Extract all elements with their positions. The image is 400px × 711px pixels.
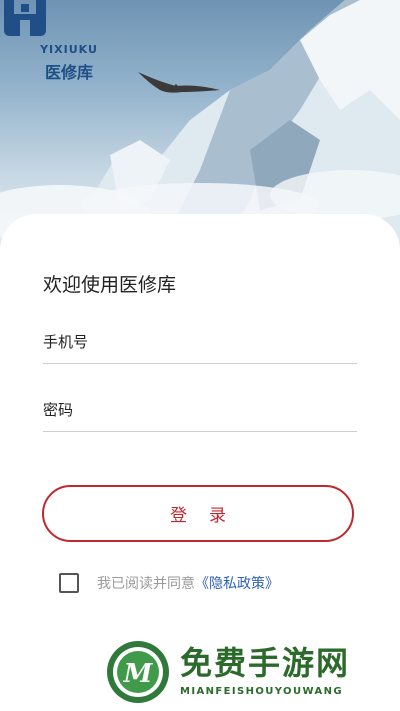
agreement-checkbox[interactable] [59,573,79,593]
password-input[interactable] [43,391,357,429]
agreement-text: 我已阅读并同意 [97,576,195,592]
mountain-illustration [0,0,400,250]
welcome-title: 欢迎使用医修库 [43,274,177,296]
password-field [43,391,357,432]
watermark-logo-icon: M [107,641,169,703]
yixiuku-logo-icon [4,0,46,36]
brand-name-en: YIXIUKU [40,43,98,56]
privacy-policy-link[interactable]: 《隐私政策》 [195,573,279,593]
brand-name-cn: 医修库 [44,63,93,82]
watermark-title: 免费手游网 [180,644,351,682]
phone-input[interactable] [43,323,357,361]
eagle-silhouette [138,72,220,93]
phone-field [43,323,357,364]
watermark-logo-letter: M [123,659,154,689]
agreement-row: 我已阅读并同意 《隐私政策》 [59,572,279,594]
watermark-subtitle: MIANFEISHOUYOUWANG [180,686,343,697]
hero-banner: YIXIUKU 医修库 [0,0,400,250]
site-watermark: M 免费手游网 MIANFEISHOUYOUWANG [100,636,400,711]
login-button[interactable]: 登录 [42,485,354,542]
